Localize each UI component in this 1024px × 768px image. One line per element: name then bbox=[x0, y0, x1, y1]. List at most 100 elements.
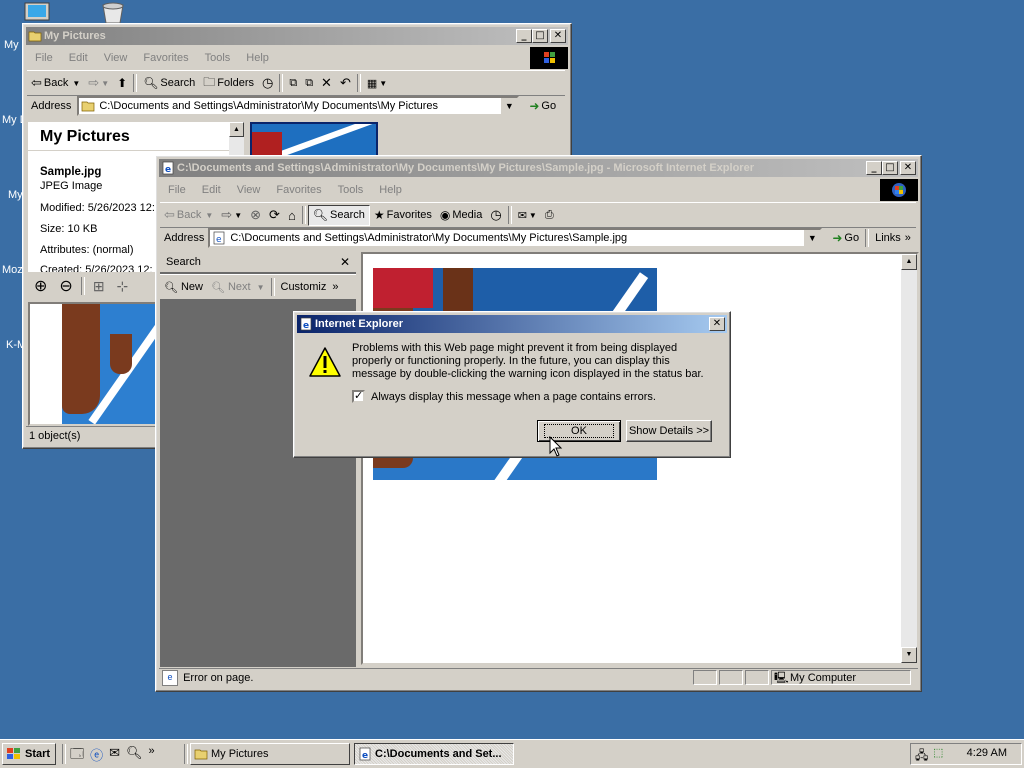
task-ie[interactable]: e C:\Documents and Set... bbox=[354, 743, 514, 765]
home-icon: ⌂ bbox=[287, 207, 296, 223]
views-button[interactable]: ▦ ▼ bbox=[363, 72, 391, 94]
search-button[interactable]: 🔍︎ Search bbox=[139, 72, 199, 94]
print-icon: ⎙ bbox=[544, 208, 554, 221]
network-icon[interactable]: 🖧 bbox=[915, 746, 928, 767]
back-button[interactable]: ⇦ Back ▼ bbox=[160, 204, 217, 226]
minimize-button[interactable]: _ bbox=[866, 161, 882, 175]
menu-file[interactable]: File bbox=[27, 52, 61, 64]
mail-button[interactable]: ✉ ▼ bbox=[514, 204, 541, 226]
zoom-in-icon[interactable]: ⊕ bbox=[34, 276, 47, 296]
home-button[interactable]: ⌂ bbox=[284, 204, 300, 226]
zone-label: My Computer bbox=[790, 672, 857, 684]
forward-button[interactable]: ⇨ ▼ bbox=[84, 72, 113, 94]
zoom-out-icon[interactable]: ⊖ bbox=[59, 276, 72, 296]
links-label: Links bbox=[875, 232, 901, 244]
menu-favorites[interactable]: Favorites bbox=[268, 184, 329, 196]
stop-button[interactable]: ⊗ bbox=[246, 204, 265, 226]
undo-button[interactable]: ↶ bbox=[336, 72, 355, 94]
windows-flag-icon bbox=[544, 52, 555, 63]
safely-remove-icon[interactable]: ⬚ bbox=[933, 746, 943, 759]
favorites-button[interactable]: ★ Favorites bbox=[370, 204, 436, 226]
ie-titlebar[interactable]: e C:\Documents and Settings\Administrato… bbox=[159, 159, 918, 177]
internet-explorer-icon[interactable]: ⓔ bbox=[90, 745, 103, 763]
thumbnail[interactable] bbox=[250, 122, 378, 158]
address-dropdown-button[interactable]: ▼ bbox=[803, 230, 821, 246]
menu-file[interactable]: File bbox=[160, 184, 194, 196]
scroll-up-button[interactable]: ▲ bbox=[901, 254, 917, 270]
minimize-button[interactable]: _ bbox=[516, 29, 532, 43]
close-button[interactable]: ✕ bbox=[900, 161, 916, 175]
close-button[interactable]: ✕ bbox=[709, 317, 725, 331]
menu-tools[interactable]: Tools bbox=[330, 184, 372, 196]
chevron-down-icon: ▼ bbox=[379, 78, 388, 88]
address-dropdown-button[interactable]: ▼ bbox=[500, 98, 518, 114]
go-button[interactable]: ➜ Go bbox=[525, 95, 560, 117]
page-scrollbar[interactable]: ▲ ▼ bbox=[901, 254, 917, 663]
address-input[interactable]: C:\Documents and Settings\Administrator\… bbox=[77, 96, 520, 116]
warning-icon bbox=[309, 347, 341, 377]
up-folder-button[interactable]: ⬆ bbox=[113, 72, 131, 94]
dialog-titlebar[interactable]: e Internet Explorer ✕ bbox=[297, 315, 727, 333]
menu-favorites[interactable]: Favorites bbox=[135, 52, 196, 64]
menu-view[interactable]: View bbox=[229, 184, 269, 196]
start-button[interactable]: Start bbox=[2, 743, 56, 765]
refresh-button[interactable]: ⟳ bbox=[265, 204, 284, 226]
desktop-icon-recycle-bin[interactable] bbox=[100, 2, 126, 24]
show-desktop-icon[interactable]: 🗔 bbox=[70, 745, 84, 763]
next-button[interactable]: 🔍︎ Next ▼ bbox=[207, 276, 269, 298]
chevron-right-icon[interactable]: » bbox=[149, 745, 155, 763]
close-icon[interactable]: ✕ bbox=[340, 252, 350, 272]
maximize-button[interactable]: □ bbox=[882, 161, 898, 175]
computer-icon: 🖳 bbox=[774, 672, 789, 684]
actual-size-icon[interactable]: ⊹ bbox=[117, 278, 129, 295]
ie-page-icon: e bbox=[300, 317, 312, 331]
scroll-up-button[interactable]: ▲ bbox=[229, 122, 244, 137]
menu-tools[interactable]: Tools bbox=[197, 52, 239, 64]
search-icon[interactable]: 🔍︎ bbox=[126, 745, 143, 763]
folders-button[interactable]: 🗀 Folders bbox=[199, 72, 258, 94]
copy-to-button[interactable]: ⧉ bbox=[301, 72, 317, 94]
menu-view[interactable]: View bbox=[96, 52, 136, 64]
window-title: C:\Documents and Settings\Administrator\… bbox=[177, 162, 754, 174]
checkbox-label[interactable]: Always display this message when a page … bbox=[371, 391, 656, 403]
menu-help[interactable]: Help bbox=[371, 184, 410, 196]
menu-edit[interactable]: Edit bbox=[194, 184, 229, 196]
delete-button[interactable]: ✕ bbox=[317, 72, 336, 94]
windows-logo bbox=[530, 47, 568, 69]
new-search-button[interactable]: 🔍︎ New bbox=[160, 276, 207, 298]
desktop-icon-my-computer[interactable] bbox=[24, 2, 50, 22]
always-display-checkbox[interactable]: ✓ bbox=[352, 390, 365, 403]
maximize-button[interactable]: □ bbox=[532, 29, 548, 43]
links-button[interactable]: Links» bbox=[871, 227, 915, 249]
history-button[interactable]: ◷ bbox=[258, 72, 277, 94]
clock: 4:29 AM bbox=[966, 747, 1007, 759]
move-to-button[interactable]: ⧉ bbox=[285, 72, 301, 94]
menu-help[interactable]: Help bbox=[238, 52, 277, 64]
search-pane-title: Search bbox=[166, 256, 201, 268]
history-icon: ◷ bbox=[261, 75, 274, 90]
back-button[interactable]: ⇦ Back ▼ bbox=[27, 72, 84, 94]
forward-button[interactable]: ⇨ ▼ bbox=[217, 204, 246, 226]
mouse-cursor-icon bbox=[549, 436, 563, 457]
error-dialog[interactable]: e Internet Explorer ✕ Problems with this… bbox=[293, 311, 731, 458]
print-button[interactable]: ⎙ bbox=[541, 204, 558, 226]
go-button[interactable]: ➜ Go bbox=[828, 227, 863, 249]
history-button[interactable]: ◷ bbox=[486, 204, 505, 226]
best-fit-icon[interactable]: ⊞ bbox=[93, 278, 105, 295]
favorites-label: Favorites bbox=[386, 209, 432, 221]
chevron-right-icon[interactable]: » bbox=[332, 281, 338, 293]
customize-button[interactable]: Customiz bbox=[277, 276, 331, 298]
address-label: Address bbox=[31, 100, 72, 112]
media-button[interactable]: ◉ Media bbox=[436, 204, 486, 226]
system-tray: 🖧 ⬚ 4:29 AM bbox=[910, 743, 1022, 765]
search-button[interactable]: 🔍︎ Search bbox=[307, 204, 370, 226]
show-details-button[interactable]: Show Details >> bbox=[626, 420, 712, 442]
menu-edit[interactable]: Edit bbox=[61, 52, 96, 64]
address-input[interactable]: e C:\Documents and Settings\Administrato… bbox=[208, 228, 823, 248]
outlook-express-icon[interactable]: ✉ bbox=[109, 745, 120, 763]
close-button[interactable]: ✕ bbox=[550, 29, 566, 43]
task-my-pictures[interactable]: My Pictures bbox=[190, 743, 350, 765]
warning-status-icon[interactable]: e bbox=[162, 670, 178, 686]
explorer-titlebar[interactable]: My Pictures _ □ ✕ bbox=[26, 27, 568, 45]
scroll-down-button[interactable]: ▼ bbox=[901, 647, 917, 663]
